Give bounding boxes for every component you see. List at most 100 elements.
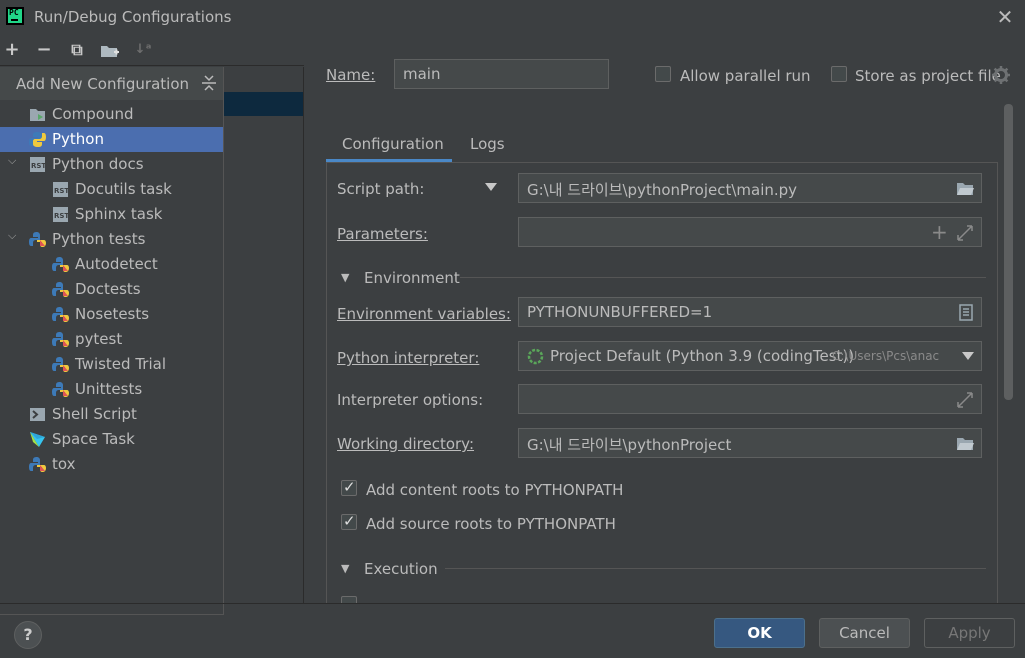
remove-icon[interactable]: −	[33, 39, 55, 61]
popup-item-nosetests[interactable]: Nosetests	[0, 302, 223, 327]
tree-selected-row[interactable]	[224, 92, 303, 116]
python-tests-icon	[52, 257, 69, 272]
popup-item-label: Doctests	[75, 280, 141, 298]
tab-label: Configuration	[342, 135, 444, 153]
popup-item-label: tox	[52, 455, 76, 473]
ok-button[interactable]: OK	[714, 618, 805, 648]
popup-item-label: Unittests	[75, 380, 143, 398]
tab-logs[interactable]: Logs	[470, 129, 510, 159]
rst-icon: RST	[53, 207, 69, 222]
cancel-button[interactable]: Cancel	[819, 618, 910, 648]
popup-item-python[interactable]: Python	[0, 127, 223, 152]
edit-list-icon[interactable]	[959, 304, 973, 321]
popup-item-label: Python tests	[52, 230, 146, 248]
script-path-field[interactable]: G:\내 드라이브\pythonProject\main.py	[518, 173, 982, 203]
python-tests-icon	[29, 232, 46, 247]
popup-item-tox[interactable]: tox	[0, 452, 223, 477]
tab-configuration[interactable]: Configuration	[326, 129, 452, 163]
spinner-icon	[527, 348, 544, 365]
store-as-file-checkbox[interactable]	[831, 66, 847, 82]
interpreter-options-field[interactable]	[518, 384, 982, 414]
popup-item-compound[interactable]: Compound	[0, 102, 223, 127]
folder-icon[interactable]	[956, 181, 974, 196]
name-value: main	[403, 65, 441, 83]
popup-item-label: Python	[52, 130, 104, 148]
source-roots-checkbox[interactable]	[341, 512, 357, 530]
working-dir-value: G:\내 드라이브\pythonProject	[527, 436, 732, 454]
add-parameter-icon[interactable]: +	[931, 220, 948, 244]
python-tests-icon	[52, 307, 69, 322]
popup-item-docutils-task[interactable]: RST Docutils task	[0, 177, 223, 202]
collapse-all-icon[interactable]	[200, 73, 218, 93]
env-vars-label: Environment variables:	[337, 305, 511, 323]
popup-item-shell-script[interactable]: Shell Script	[0, 402, 223, 427]
chevron-down-icon[interactable]: ⌵	[8, 154, 16, 168]
copy-icon[interactable]: ⧉	[66, 39, 88, 61]
execution-collapse-icon[interactable]: ▼	[341, 562, 349, 575]
chevron-down-icon[interactable]	[962, 352, 974, 361]
name-field[interactable]: main	[394, 59, 609, 89]
sort-icon: ↓ᵃ	[134, 42, 152, 57]
chevron-down-icon[interactable]: ⌵	[8, 229, 16, 243]
interpreter-path: C:\Users\Pcs\anac	[832, 349, 940, 363]
popup-item-label: Shell Script	[52, 405, 137, 423]
python-tests-icon	[52, 357, 69, 372]
expand-icon[interactable]	[957, 392, 973, 408]
compound-folder-icon	[30, 109, 45, 121]
section-divider	[460, 277, 986, 278]
popup-item-doctests[interactable]: Doctests	[0, 277, 223, 302]
popup-item-space-task[interactable]: Space Task	[0, 427, 223, 452]
env-vars-value: PYTHONUNBUFFERED=1	[527, 303, 713, 321]
popup-item-python-tests[interactable]: ⌵ Python tests	[0, 227, 223, 252]
pycharm-logo-icon: PC	[6, 7, 24, 25]
python-icon	[29, 132, 46, 147]
rst-icon: RST	[53, 182, 69, 197]
name-label: Name:	[326, 66, 376, 84]
space-icon	[30, 432, 45, 447]
scrollbar-thumb[interactable]	[1004, 104, 1013, 400]
popup-item-pytest[interactable]: pytest	[0, 327, 223, 352]
bottom-separator	[0, 603, 1025, 604]
window-title: Run/Debug Configurations	[34, 8, 232, 26]
expand-icon[interactable]	[957, 225, 973, 241]
popup-item-twisted-trial[interactable]: Twisted Trial	[0, 352, 223, 377]
svg-text:RST: RST	[54, 187, 69, 195]
popup-item-unittests[interactable]: Unittests	[0, 377, 223, 402]
popup-item-sphinx-task[interactable]: RST Sphinx task	[0, 202, 223, 227]
allow-parallel-checkbox[interactable]	[655, 66, 671, 82]
environment-collapse-icon[interactable]: ▼	[341, 271, 349, 284]
interpreter-select[interactable]: Project Default (Python 3.9 (codingTest)…	[518, 341, 982, 371]
python-tests-icon	[52, 332, 69, 347]
new-folder-icon[interactable]	[99, 39, 121, 61]
python-tests-icon	[52, 282, 69, 297]
help-button[interactable]: ?	[14, 621, 42, 649]
add-icon[interactable]: +	[1, 39, 23, 61]
popup-item-label: Compound	[52, 105, 134, 123]
left-toolbar: + − ⧉ ↓ᵃ	[0, 36, 304, 66]
execution-section-title: Execution	[364, 560, 438, 578]
gear-icon[interactable]	[992, 66, 1010, 84]
folder-icon[interactable]	[956, 436, 974, 451]
working-dir-field[interactable]: G:\내 드라이브\pythonProject	[518, 428, 982, 458]
rst-icon: RST	[30, 157, 46, 172]
close-icon[interactable]: ✕	[995, 7, 1015, 27]
script-type-dropdown-icon[interactable]	[485, 182, 497, 192]
environment-section-title: Environment	[364, 269, 460, 287]
popup-item-autodetect[interactable]: Autodetect	[0, 252, 223, 277]
partial-checkbox[interactable]	[341, 596, 357, 603]
svg-text:RST: RST	[31, 162, 46, 170]
python-tests-icon	[52, 382, 69, 397]
popup-item-label: Nosetests	[75, 305, 150, 323]
apply-button[interactable]: Apply	[924, 618, 1015, 648]
env-vars-field[interactable]: PYTHONUNBUFFERED=1	[518, 297, 982, 327]
working-dir-label: Working directory:	[337, 435, 475, 453]
tab-label: Logs	[470, 135, 505, 153]
popup-header: Add New Configuration	[0, 67, 223, 100]
popup-item-label: Docutils task	[75, 180, 172, 198]
parameters-field[interactable]: +	[518, 217, 982, 247]
popup-item-label: Python docs	[52, 155, 144, 173]
content-roots-label: Add content roots to PYTHONPATH	[366, 481, 624, 499]
popup-item-python-docs[interactable]: ⌵ RST Python docs	[0, 152, 223, 177]
content-roots-checkbox[interactable]	[341, 478, 357, 496]
python-tests-icon	[29, 457, 46, 472]
